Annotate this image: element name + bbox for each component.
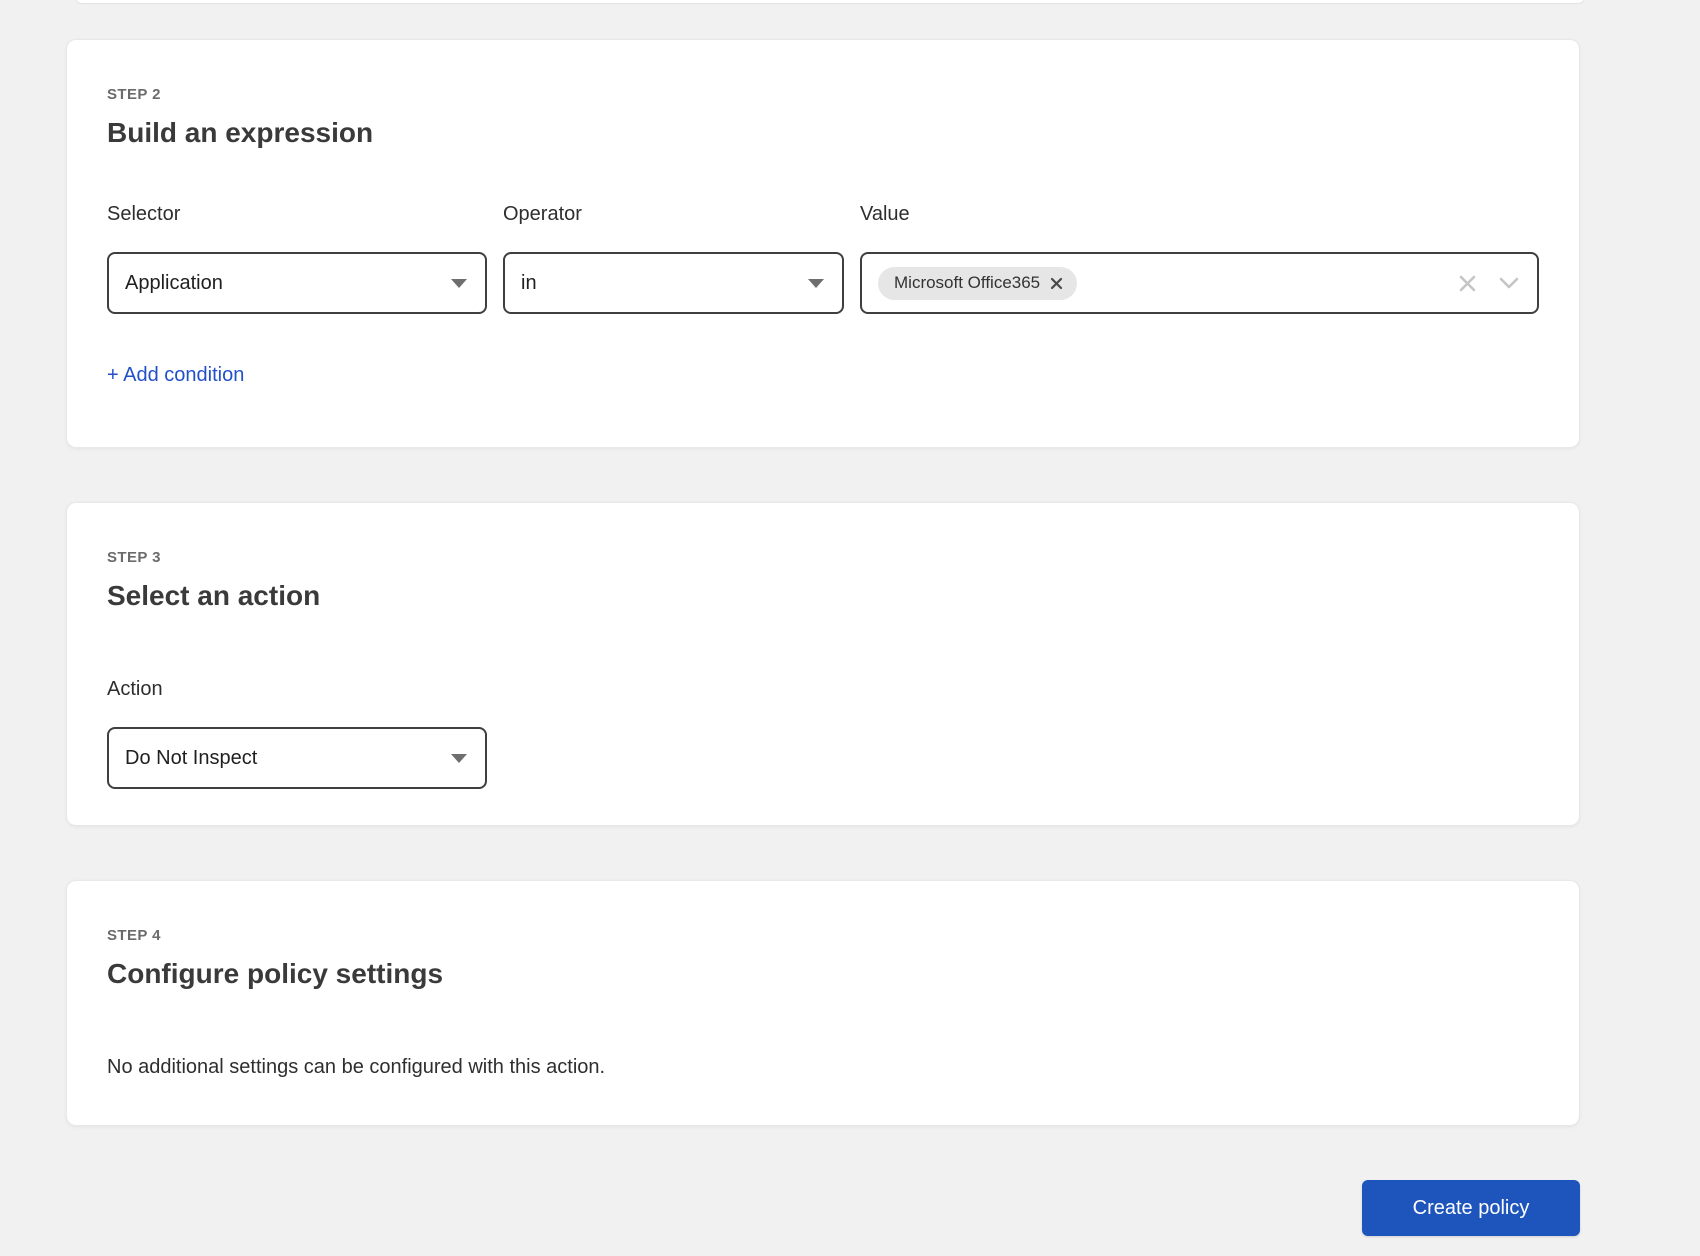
no-settings-note: No additional settings can be configured… [107,1056,1539,1079]
caret-down-icon [451,279,467,288]
value-label: Value [860,203,1539,226]
action-selected-value: Do Not Inspect [125,747,443,770]
step-2-card: STEP 2 Build an expression Selector Appl… [66,39,1580,448]
selector-dropdown[interactable]: Application [107,252,487,314]
operator-field-group: Operator in [503,203,844,314]
value-tag-text: Microsoft Office365 [894,273,1040,293]
step-2-title: Build an expression [107,117,1539,149]
operator-selected-value: in [521,272,800,295]
caret-down-icon [451,754,467,763]
operator-dropdown[interactable]: in [503,252,844,314]
selector-field-group: Selector Application [107,203,487,314]
step-2-label: STEP 2 [107,86,1539,103]
multiselect-controls [1458,274,1519,293]
expression-fields-row: Selector Application Operator in Value M… [107,203,1539,314]
add-condition-link[interactable]: + Add condition [107,364,244,387]
step-4-label: STEP 4 [107,927,1539,944]
footer-actions: Create policy [66,1180,1580,1236]
action-label: Action [107,678,487,701]
caret-down-icon [808,279,824,288]
selector-label: Selector [107,203,487,226]
value-tag: Microsoft Office365 [878,267,1077,300]
step-3-title: Select an action [107,580,1539,612]
chevron-down-icon[interactable] [1499,277,1519,289]
step-4-title: Configure policy settings [107,958,1539,990]
step-3-card: STEP 3 Select an action Action Do Not In… [66,502,1580,826]
selector-selected-value: Application [125,272,443,295]
previous-card-bottom-edge [74,0,1586,4]
step-4-card: STEP 4 Configure policy settings No addi… [66,880,1580,1126]
policy-builder-content: STEP 2 Build an expression Selector Appl… [66,39,1580,1236]
value-multiselect[interactable]: Microsoft Office365 [860,252,1539,314]
create-policy-button[interactable]: Create policy [1362,1180,1580,1236]
clear-selection-x-icon[interactable] [1458,274,1477,293]
action-dropdown[interactable]: Do Not Inspect [107,727,487,789]
value-field-group: Value Microsoft Office365 [860,203,1539,314]
action-field-group: Action Do Not Inspect [107,612,487,789]
remove-tag-x-icon[interactable] [1050,277,1063,290]
step-3-label: STEP 3 [107,549,1539,566]
operator-label: Operator [503,203,844,226]
